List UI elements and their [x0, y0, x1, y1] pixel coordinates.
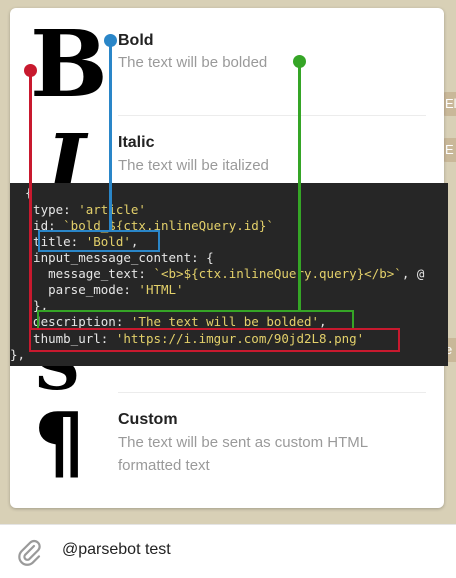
result-item-custom[interactable]: ¶ Custom The text will be sent as custom… [10, 393, 444, 508]
description-connector-dot [293, 55, 306, 68]
side-chip: El [442, 92, 456, 116]
message-input-bar: @parsebot test [0, 524, 456, 578]
description-connector-line [298, 61, 301, 311]
thumb-connector-line [29, 70, 32, 330]
side-chip: E [442, 138, 456, 162]
bold-thumbnail-icon: B [30, 10, 108, 118]
code-line: }, [10, 347, 26, 362]
result-title: Italic [118, 134, 155, 151]
result-description: The text will be italized [118, 157, 269, 174]
thumb-url-highlight-box [29, 328, 400, 352]
code-line: parse_mode: 'HTML' [18, 282, 184, 297]
message-input[interactable]: @parsebot test [62, 541, 171, 559]
title-highlight-box [38, 230, 160, 252]
code-line: type: 'article' [18, 202, 146, 217]
paperclip-icon[interactable] [14, 537, 44, 567]
result-description: The text will be sent as custom HTML for… [118, 434, 368, 474]
description-highlight-box [37, 310, 354, 330]
pilcrow-thumbnail-icon: ¶ [34, 396, 85, 489]
result-title: Custom [118, 411, 178, 428]
result-item-bold[interactable]: B Bold The text will be bolded [10, 8, 444, 116]
result-description: The text will be bolded [118, 54, 268, 71]
code-line: message_text: `<b>${ctx.inlineQuery.quer… [18, 266, 425, 281]
result-title: Bold [118, 32, 154, 49]
code-line: input_message_content: { [18, 250, 214, 265]
title-connector-dot [104, 34, 117, 47]
title-connector-line [109, 40, 112, 230]
thumb-connector-dot [24, 64, 37, 77]
